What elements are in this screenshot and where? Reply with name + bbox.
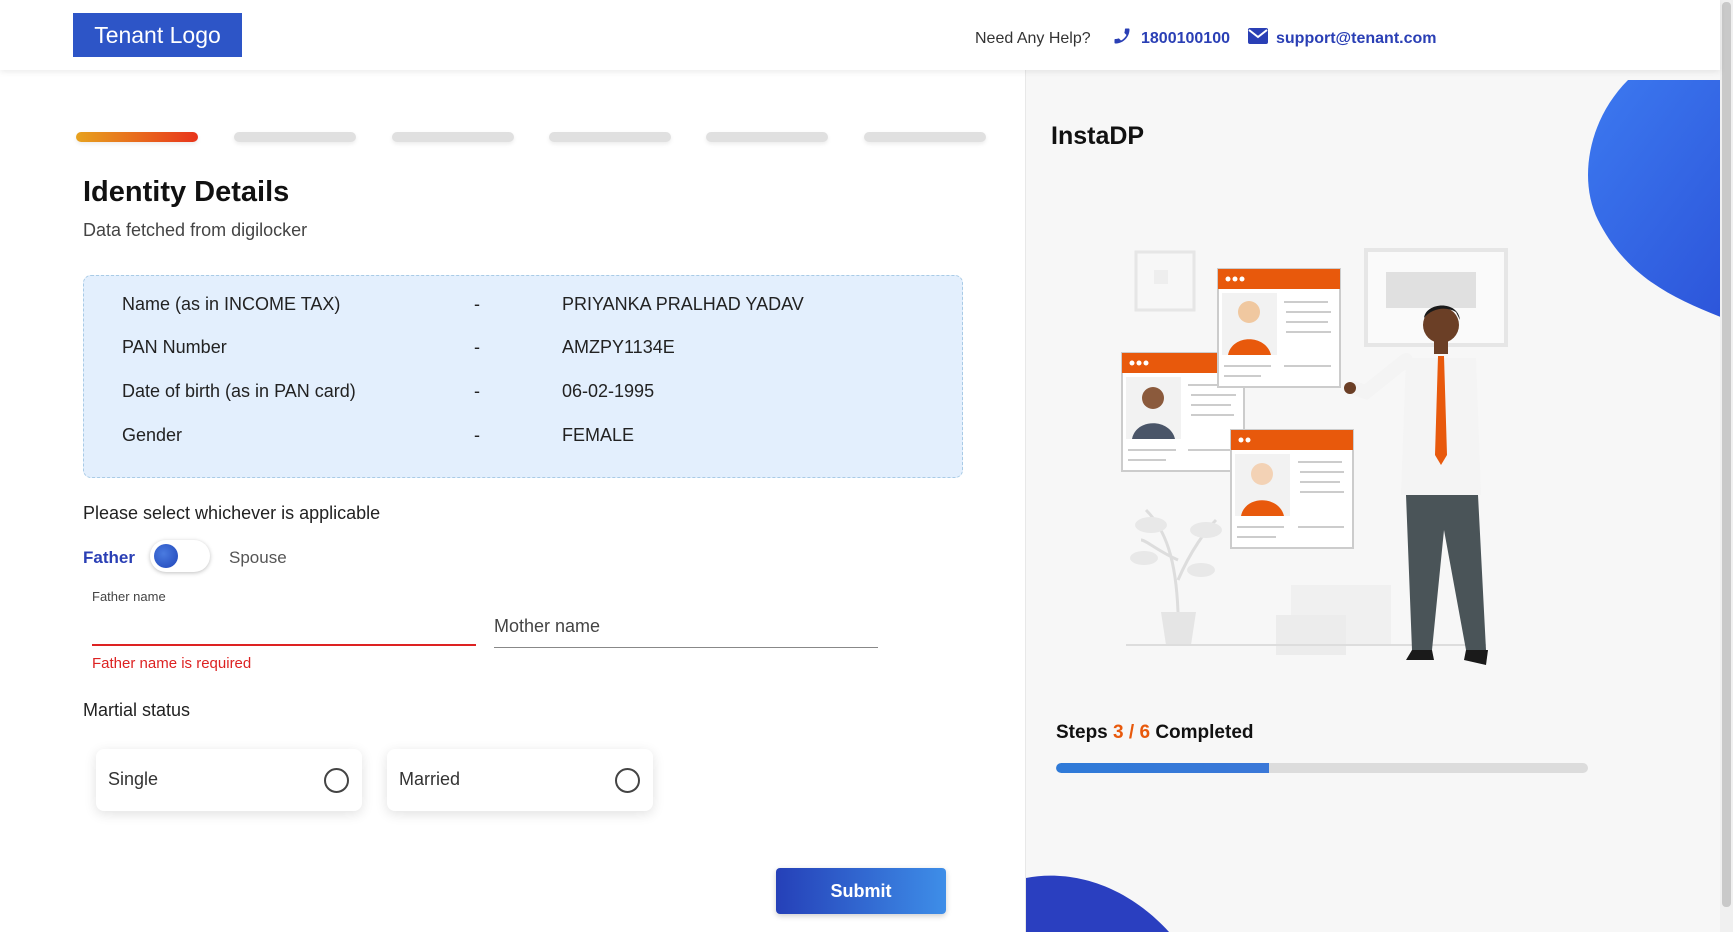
toggle-spouse-label[interactable]: Spouse bbox=[229, 548, 287, 568]
toggle-knob[interactable] bbox=[154, 544, 178, 568]
father-name-input[interactable] bbox=[92, 606, 476, 646]
info-value: 06-02-1995 bbox=[562, 381, 655, 401]
steps-prefix: Steps bbox=[1056, 722, 1108, 743]
info-value: AMZPY1134E bbox=[562, 337, 675, 357]
tenant-logo[interactable]: Tenant Logo bbox=[73, 13, 242, 57]
email-link[interactable]: support@tenant.com bbox=[1276, 30, 1437, 48]
info-row-dob: Date of birth (as in PAN card) - 06-02-1… bbox=[122, 381, 922, 405]
step-bar-6 bbox=[864, 132, 986, 142]
step-bar-5 bbox=[706, 132, 828, 142]
info-label: Gender bbox=[122, 425, 183, 445]
info-separator: - bbox=[474, 381, 480, 401]
radio-button[interactable] bbox=[324, 768, 349, 793]
steps-total: 6 bbox=[1139, 722, 1151, 743]
info-separator: - bbox=[474, 337, 480, 357]
info-separator: - bbox=[474, 425, 480, 445]
step-bar-1 bbox=[76, 132, 198, 142]
steps-progress-fill bbox=[1056, 763, 1269, 773]
product-title: InstaDP bbox=[1051, 122, 1145, 150]
identity-info-box: Name (as in INCOME TAX) - PRIYANKA PRALH… bbox=[83, 275, 963, 478]
phone-link[interactable]: 1800100100 bbox=[1141, 30, 1230, 48]
steps-current: 3 bbox=[1113, 722, 1124, 743]
info-row-gender: Gender - FEMALE bbox=[122, 425, 922, 449]
marital-option-single[interactable]: Single bbox=[96, 749, 362, 811]
decorative-blob-top bbox=[1588, 80, 1720, 317]
father-name-label: Father name bbox=[92, 589, 166, 604]
radio-label: Single bbox=[108, 769, 159, 789]
page-scrollbar[interactable] bbox=[1720, 0, 1733, 932]
right-panel: InstaDP Steps 3 / 6 Completed bbox=[1025, 70, 1720, 932]
toggle-father-label[interactable]: Father bbox=[83, 548, 135, 568]
step-bar-2 bbox=[234, 132, 356, 142]
page-title: Identity Details bbox=[83, 176, 290, 208]
steps-progress-bar bbox=[1056, 763, 1588, 773]
info-label: PAN Number bbox=[122, 337, 227, 357]
father-name-error: Father name is required bbox=[92, 655, 252, 672]
info-label: Date of birth (as in PAN card) bbox=[122, 381, 356, 401]
radio-label: Married bbox=[399, 769, 461, 789]
phone-icon bbox=[1114, 28, 1130, 44]
info-value: PRIYANKA PRALHAD YADAV bbox=[562, 294, 804, 314]
marital-option-married[interactable]: Married bbox=[387, 749, 653, 811]
decorative-blob-bottom bbox=[1026, 875, 1169, 932]
scrollbar-thumb[interactable] bbox=[1722, 2, 1731, 907]
steps-separator: / bbox=[1128, 722, 1135, 743]
top-header: Tenant Logo Need Any Help? 1800100100 su… bbox=[0, 0, 1720, 70]
submit-button[interactable]: Submit bbox=[776, 868, 946, 914]
info-label: Name (as in INCOME TAX) bbox=[122, 294, 341, 314]
info-value: FEMALE bbox=[562, 425, 635, 445]
marital-status-label: Martial status bbox=[83, 700, 191, 720]
mother-name-input[interactable] bbox=[494, 606, 878, 648]
step-progress-bars bbox=[76, 132, 986, 144]
mail-icon bbox=[1248, 28, 1268, 44]
page-subtitle: Data fetched from digilocker bbox=[83, 220, 308, 240]
help-text: Need Any Help? bbox=[975, 30, 1091, 47]
identity-illustration bbox=[1121, 248, 1508, 665]
steps-suffix: Completed bbox=[1155, 722, 1254, 743]
step-bar-3 bbox=[392, 132, 514, 142]
steps-completed-text: Steps 3 / 6 Completed bbox=[1056, 722, 1254, 744]
info-separator: - bbox=[474, 294, 480, 314]
father-spouse-toggle[interactable] bbox=[150, 540, 210, 572]
relation-select-label: Please select whichever is applicable bbox=[83, 503, 381, 523]
info-row-pan: PAN Number - AMZPY1134E bbox=[122, 337, 922, 361]
step-bar-4 bbox=[549, 132, 671, 142]
info-row-name: Name (as in INCOME TAX) - PRIYANKA PRALH… bbox=[122, 294, 922, 318]
radio-button[interactable] bbox=[615, 768, 640, 793]
